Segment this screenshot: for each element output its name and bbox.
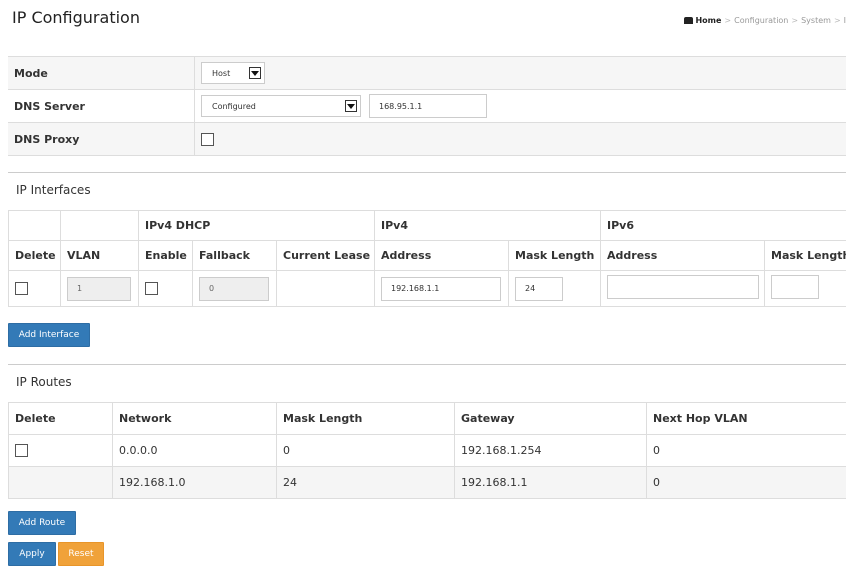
- dns-proxy-checkbox[interactable]: [201, 133, 214, 146]
- column-header: Address: [375, 241, 509, 271]
- column-header: Next Hop VLAN: [647, 403, 846, 435]
- column-header: Address: [601, 241, 765, 271]
- breadcrumb: Home>Configuration>System>I: [684, 16, 846, 25]
- routes-column-header: Delete Network Mask Length Gateway Next …: [9, 403, 846, 435]
- mode-settings-table: Mode Host DNS Server Configured 168.95.1…: [8, 56, 846, 156]
- route-network: 0.0.0.0: [113, 435, 277, 467]
- ipv6-address-input[interactable]: [607, 275, 759, 299]
- vlan-input[interactable]: 1: [67, 277, 131, 301]
- ip-routes-table: Delete Network Mask Length Gateway Next …: [8, 402, 846, 499]
- ipv6-group-header: IPv6: [601, 211, 846, 241]
- column-header: VLAN: [61, 241, 139, 271]
- column-header: Fallback: [193, 241, 277, 271]
- route-next-hop-vlan: 0: [647, 435, 846, 467]
- chevron-down-icon: [249, 67, 261, 79]
- ipv4-mask-length-input[interactable]: 24: [515, 277, 563, 301]
- column-header: Mask Length: [509, 241, 601, 271]
- route-next-hop-vlan: 0: [647, 467, 846, 499]
- route-gateway: 192.168.1.1: [455, 467, 647, 499]
- reset-button[interactable]: Reset: [58, 542, 104, 566]
- table-row: 192.168.1.0 24 192.168.1.1 0: [9, 467, 846, 499]
- column-header: Delete: [9, 403, 113, 435]
- column-header: Gateway: [455, 403, 647, 435]
- dns-server-address-input[interactable]: 168.95.1.1: [369, 94, 487, 118]
- dns-server-row: DNS Server Configured 168.95.1.1: [8, 90, 846, 123]
- page-title: IP Configuration: [12, 8, 140, 27]
- interfaces-column-header: Delete VLAN Enable Fallback Current Leas…: [9, 241, 846, 271]
- column-header: Mask Length: [277, 403, 455, 435]
- breadcrumb-home[interactable]: Home: [695, 16, 721, 25]
- route-mask-length: 0: [277, 435, 455, 467]
- dns-proxy-label: DNS Proxy: [8, 133, 194, 146]
- route-network: 192.168.1.0: [113, 467, 277, 499]
- mode-row: Mode Host: [8, 57, 846, 90]
- column-header: Enable: [139, 241, 193, 271]
- apply-button[interactable]: Apply: [8, 542, 56, 566]
- add-route-button[interactable]: Add Route: [8, 511, 76, 535]
- delete-interface-checkbox[interactable]: [15, 282, 28, 295]
- dns-server-source-select[interactable]: Configured: [201, 95, 361, 117]
- column-header: Current Lease: [277, 241, 375, 271]
- home-icon: [684, 17, 693, 24]
- column-header: Network: [113, 403, 277, 435]
- ipv4-dhcp-group-header: IPv4 DHCP: [139, 211, 375, 241]
- ipv4-address-input[interactable]: 192.168.1.1: [381, 277, 501, 301]
- ip-interfaces-heading: IP Interfaces: [8, 172, 846, 208]
- route-mask-length: 24: [277, 467, 455, 499]
- table-row: 0.0.0.0 0 192.168.1.254 0: [9, 435, 846, 467]
- mode-select-value: Host: [212, 69, 230, 78]
- ip-routes-heading: IP Routes: [8, 364, 846, 400]
- mode-select[interactable]: Host: [201, 62, 265, 84]
- interfaces-group-header: IPv4 DHCP IPv4 IPv6: [9, 211, 846, 241]
- add-interface-button[interactable]: Add Interface: [8, 323, 90, 347]
- dns-server-source-value: Configured: [212, 102, 256, 111]
- ipv6-mask-length-input[interactable]: [771, 275, 819, 299]
- breadcrumb-configuration[interactable]: Configuration: [734, 16, 788, 25]
- delete-route-checkbox[interactable]: [15, 444, 28, 457]
- dns-server-label: DNS Server: [8, 100, 194, 113]
- table-row: 1 0 192.168.1.1 24: [9, 271, 846, 307]
- dhcp-enable-checkbox[interactable]: [145, 282, 158, 295]
- mode-label: Mode: [8, 67, 194, 80]
- route-gateway: 192.168.1.254: [455, 435, 647, 467]
- ipv4-group-header: IPv4: [375, 211, 601, 241]
- breadcrumb-system[interactable]: System: [801, 16, 831, 25]
- dns-proxy-row: DNS Proxy: [8, 123, 846, 156]
- dhcp-fallback-input[interactable]: 0: [199, 277, 269, 301]
- current-lease-cell: [277, 271, 375, 307]
- chevron-down-icon: [345, 100, 357, 112]
- column-header: Delete: [9, 241, 61, 271]
- ip-interfaces-table: IPv4 DHCP IPv4 IPv6 Delete VLAN Enable F…: [8, 210, 846, 307]
- column-header: Mask Length: [765, 241, 846, 271]
